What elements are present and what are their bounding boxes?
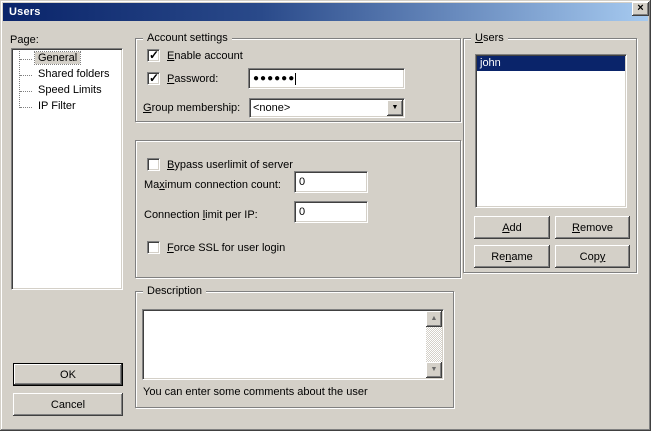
group-membership-label: Group membership: — [143, 102, 240, 115]
title-bar[interactable]: Users — [3, 3, 648, 21]
tree-connector-icon — [20, 75, 32, 76]
description-group: Description ▲ ▼ You can enter some comme… — [135, 291, 454, 408]
password-checkbox[interactable]: ✓ — [147, 72, 160, 85]
tree-connector-icon — [20, 107, 32, 108]
max-connection-count-input[interactable]: 0 — [294, 171, 368, 193]
user-list-item[interactable]: john — [477, 56, 625, 71]
scroll-down-icon[interactable]: ▼ — [426, 362, 442, 378]
window-title: Users — [9, 6, 41, 18]
max-connection-count-label: Maximum connection count: — [144, 179, 281, 192]
page-item-shared-folders[interactable]: Shared folders — [12, 67, 122, 83]
rename-button[interactable]: Rename — [474, 245, 550, 268]
account-settings-caption: Account settings — [143, 31, 232, 45]
connection-limit-per-ip-input[interactable]: 0 — [294, 201, 368, 223]
tree-connector-icon — [20, 91, 32, 92]
description-caption: Description — [143, 284, 206, 298]
bypass-userlimit-checkbox[interactable] — [147, 158, 160, 171]
page-item-speed-limits[interactable]: Speed Limits — [12, 83, 122, 99]
description-textarea[interactable]: ▲ ▼ — [142, 309, 444, 380]
enable-account-checkbox[interactable]: ✓ — [147, 49, 160, 62]
remove-button[interactable]: Remove — [555, 216, 630, 239]
text-caret — [295, 73, 296, 85]
users-listbox[interactable]: john — [475, 54, 627, 208]
check-icon: ✓ — [149, 71, 159, 85]
bypass-userlimit-label: Bypass userlimit of server — [167, 159, 293, 172]
cancel-button[interactable]: Cancel — [13, 393, 123, 416]
page-tree[interactable]: General Shared folders Speed Limits IP F… — [11, 48, 123, 290]
close-button[interactable]: × — [632, 2, 649, 16]
description-scrollbar[interactable]: ▲ ▼ — [426, 311, 442, 378]
tree-connector-icon — [20, 59, 32, 60]
scroll-up-icon[interactable]: ▲ — [426, 311, 442, 327]
force-ssl-checkbox[interactable] — [147, 241, 160, 254]
copy-button[interactable]: Copy — [555, 245, 630, 268]
account-settings-group: Account settings ✓ Enable account ✓ Pass… — [135, 38, 461, 122]
users-caption: Users — [471, 31, 508, 45]
connection-limits-group: Bypass userlimit of server Maximum conne… — [135, 140, 461, 278]
check-icon: ✓ — [149, 48, 159, 62]
ok-button[interactable]: OK — [13, 363, 123, 386]
users-group: Users john Add Remove Rename Copy — [463, 38, 637, 273]
users-dialog: Users × Page: General Shared folders Spe… — [0, 0, 651, 431]
group-membership-select[interactable]: <none> ▼ — [249, 98, 405, 118]
chevron-down-icon[interactable]: ▼ — [387, 100, 403, 116]
page-item-ip-filter[interactable]: IP Filter — [12, 99, 122, 115]
password-label: Password: — [167, 73, 218, 86]
password-input[interactable]: ●●●●●● — [248, 68, 405, 89]
enable-account-label: Enable account — [167, 50, 243, 63]
add-button[interactable]: Add — [474, 216, 550, 239]
connection-limit-per-ip-label: Connection limit per IP: — [144, 209, 258, 222]
description-hint: You can enter some comments about the us… — [143, 386, 368, 399]
page-label: Page: — [10, 34, 39, 47]
page-item-general[interactable]: General — [12, 51, 122, 67]
close-icon: × — [637, 2, 643, 14]
force-ssl-label: Force SSL for user login — [167, 242, 285, 255]
